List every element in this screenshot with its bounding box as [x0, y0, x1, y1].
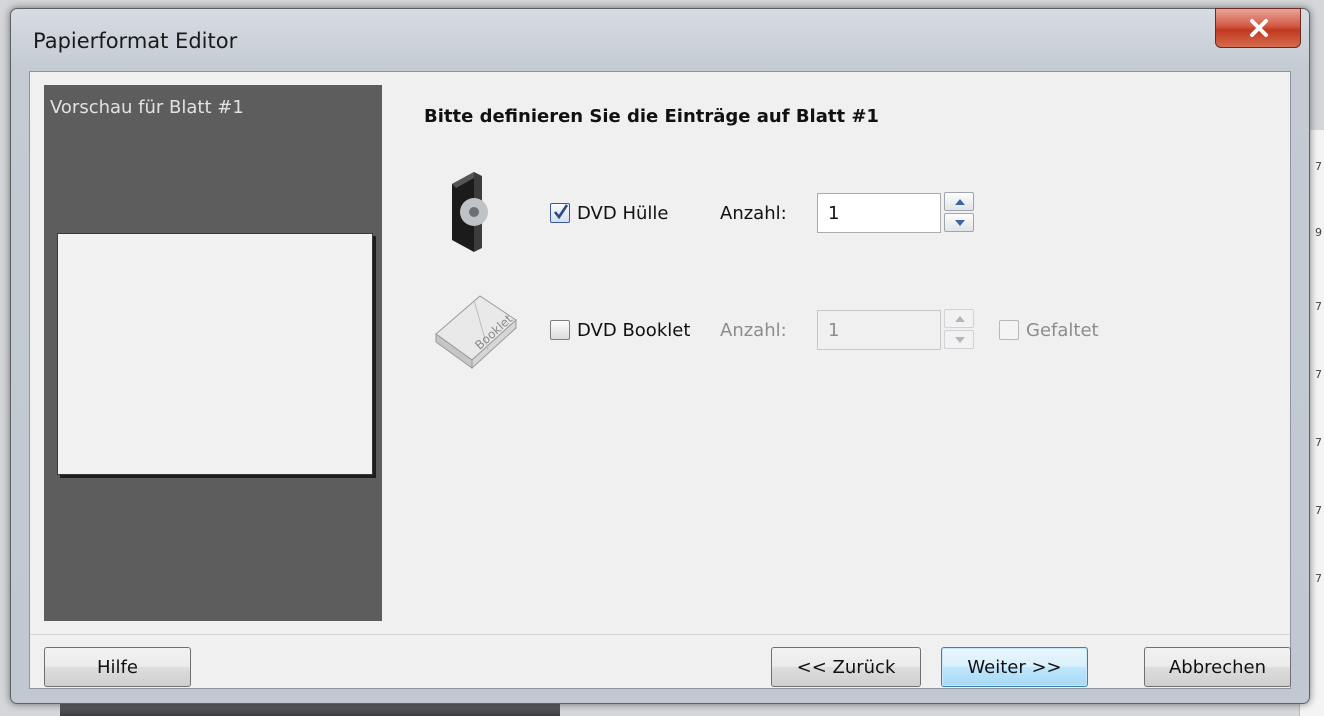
booklet-icon: Booklet: [435, 295, 517, 370]
arrow-down-icon: [955, 337, 965, 343]
dvd-case-checkbox[interactable]: [550, 203, 570, 223]
dvd-case-label[interactable]: DVD Hülle: [577, 203, 668, 224]
entry-row-dvd-booklet: Booklet DVD Booklet Anzahl: Gefaltet: [30, 290, 1290, 370]
entry-row-dvd-case: DVD Hülle Anzahl:: [30, 172, 1290, 252]
dvd-case-count-up-button[interactable]: [944, 192, 974, 211]
dvd-booklet-count-stepper: [944, 309, 974, 349]
page-heading: Bitte definieren Sie die Einträge auf Bl…: [424, 106, 879, 127]
dvd-booklet-count-input[interactable]: [817, 310, 941, 350]
arrow-down-icon: [955, 220, 965, 226]
preview-label: Vorschau für Blatt #1: [50, 97, 244, 118]
arrow-up-icon: [955, 199, 965, 205]
folded-label[interactable]: Gefaltet: [1026, 320, 1099, 341]
close-button[interactable]: [1215, 8, 1301, 48]
close-icon: [1250, 19, 1268, 37]
background-taskbar-shadow: [60, 702, 560, 716]
next-button[interactable]: Weiter >>: [941, 647, 1088, 687]
window-title: Papierformat Editor: [33, 29, 238, 53]
dialog-content: Vorschau für Blatt #1 Bitte definieren S…: [29, 71, 1291, 689]
dialog-window: Papierformat Editor Vorschau für Blatt #…: [10, 8, 1310, 704]
dvd-case-count-down-button[interactable]: [944, 213, 974, 232]
dvd-case-count-input[interactable]: [817, 193, 941, 233]
dvd-booklet-checkbox[interactable]: [550, 320, 570, 340]
dvd-case-count-stepper: [944, 192, 974, 232]
arrow-up-icon: [955, 316, 965, 322]
dvd-booklet-label[interactable]: DVD Booklet: [577, 320, 690, 341]
dvd-booklet-count-label: Anzahl:: [720, 320, 787, 341]
dvd-case-count-label: Anzahl:: [720, 203, 787, 224]
folded-checkbox[interactable]: [999, 320, 1019, 340]
cancel-button[interactable]: Abbrechen: [1144, 647, 1291, 687]
dvd-booklet-count-up-button[interactable]: [944, 309, 974, 328]
dvd-case-icon: [452, 172, 488, 252]
title-bar[interactable]: Papierformat Editor: [11, 8, 1309, 73]
footer-divider: [30, 634, 1290, 635]
dvd-booklet-count-down-button[interactable]: [944, 330, 974, 349]
back-button[interactable]: << Zurück: [771, 647, 921, 687]
checkmark-icon: [553, 204, 569, 220]
help-button[interactable]: Hilfe: [44, 647, 191, 687]
